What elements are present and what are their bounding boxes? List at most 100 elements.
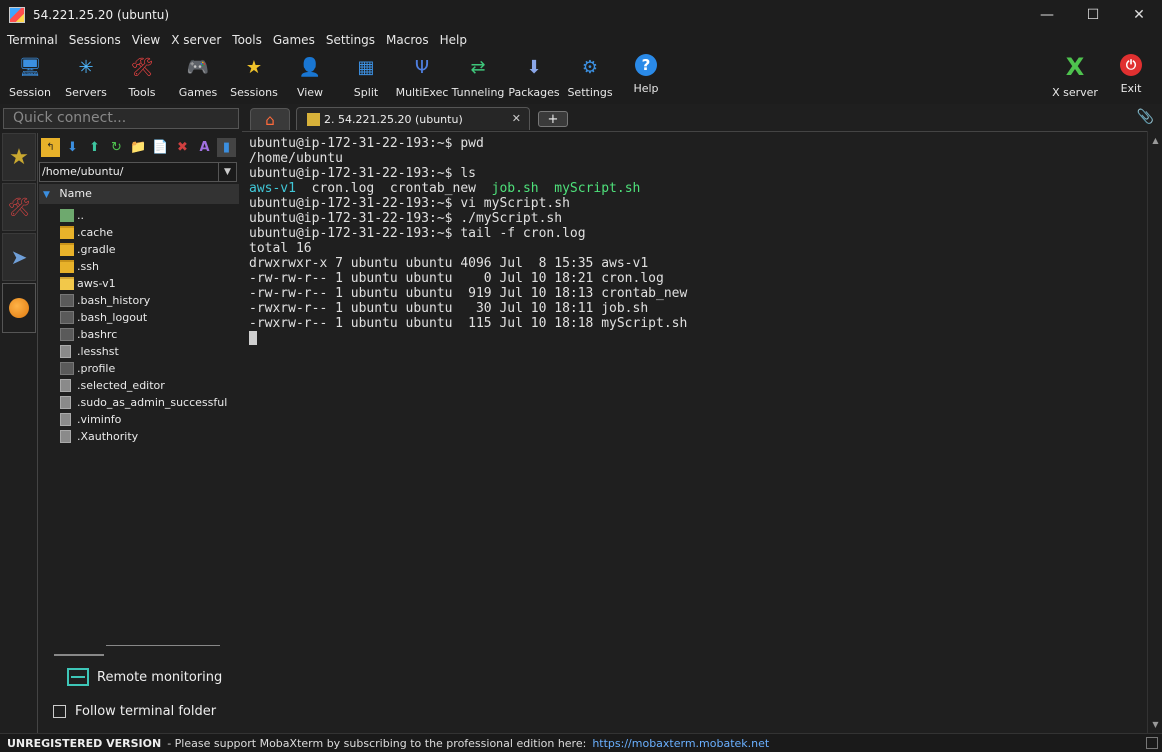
packages-icon: ⬇ — [526, 56, 542, 78]
sidebar-tab-sftp[interactable] — [2, 283, 36, 333]
menu-xserver[interactable]: X server — [171, 33, 221, 47]
parent-folder-icon[interactable]: ↰ — [41, 137, 60, 157]
toolbar-view-button[interactable]: 👤 View — [282, 52, 338, 102]
toolbar-help-button[interactable]: ? Help — [618, 52, 674, 102]
toolbar-split-button[interactable]: ▦ Split — [338, 52, 394, 102]
file-name: .bash_history — [77, 294, 151, 307]
menu-tools[interactable]: Tools — [232, 33, 262, 47]
terminal-output[interactable]: ubuntu@ip-172-31-22-193:~$ pwd/home/ubun… — [242, 131, 1147, 733]
column-header-name[interactable]: ▼ Name — [39, 184, 239, 204]
terminal-line: -rwxrw-r-- 1 ubuntu ubuntu 30 Jul 10 18:… — [249, 301, 1147, 316]
scroll-down-icon[interactable]: ▼ — [1148, 717, 1162, 731]
download-icon[interactable]: ⬇ — [63, 138, 82, 157]
file-icon — [60, 430, 71, 443]
menu-terminal[interactable]: Terminal — [7, 33, 58, 47]
toolbar-multiexec-button[interactable]: Ψ MultiExec — [394, 52, 450, 102]
toolbar-servers-button[interactable]: ✳ Servers — [58, 52, 114, 102]
close-icon[interactable]: ✕ — [512, 112, 521, 125]
terminal-text: cron.log crontab_new — [295, 181, 492, 196]
star-icon: ★ — [9, 144, 29, 170]
toolbar-label: Exit — [1120, 82, 1142, 95]
terminal-text: aws-v1 — [249, 181, 296, 196]
menu-macros[interactable]: Macros — [386, 33, 429, 47]
toolbar-label: View — [296, 86, 324, 99]
scroll-up-icon[interactable]: ▲ — [1148, 133, 1162, 147]
properties-icon[interactable]: ▮ — [217, 137, 236, 157]
terminal-line: ubuntu@ip-172-31-22-193:~$ vi myScript.s… — [249, 196, 1147, 211]
tools-icon: 🛠 — [130, 56, 154, 78]
menu-help[interactable]: Help — [440, 33, 467, 47]
file-row[interactable]: .viminfo — [60, 411, 240, 428]
toolbar-games-button[interactable]: 🎮 Games — [170, 52, 226, 102]
menu-view[interactable]: View — [132, 33, 160, 47]
file-row[interactable]: .ssh — [60, 258, 240, 275]
file-row[interactable]: .profile — [60, 360, 240, 377]
file-row[interactable]: .Xauthority — [60, 428, 240, 445]
terminal-line: ubuntu@ip-172-31-22-193:~$ ./myScript.sh — [249, 211, 1147, 226]
tab-session-2[interactable]: 2. 54.221.25.20 (ubuntu) ✕ — [296, 107, 530, 130]
toolbar-tools-button[interactable]: 🛠 Tools — [114, 52, 170, 102]
terminal-scrollbar[interactable]: ▲ ▼ — [1147, 131, 1162, 733]
quick-connect-input[interactable]: Quick connect... — [3, 108, 239, 129]
paperclip-icon[interactable]: 📎 — [1137, 109, 1154, 125]
mobaxterm-link[interactable]: https://mobaxterm.mobatek.net — [592, 737, 769, 750]
follow-folder-checkbox[interactable] — [53, 705, 66, 718]
view-icon: 👤 — [298, 56, 322, 78]
file-row[interactable]: .gradle — [60, 241, 240, 258]
maximize-button[interactable]: ☐ — [1070, 0, 1116, 30]
terminal-line: /home/ubuntu — [249, 151, 1147, 166]
toolbar-session-button[interactable]: 🖥 Session — [2, 52, 58, 102]
file-row[interactable]: .sudo_as_admin_successful — [60, 394, 240, 411]
file-row[interactable]: .bash_history — [60, 292, 240, 309]
file-name: aws-v1 — [77, 277, 116, 290]
file-name: .. — [77, 209, 84, 222]
sidebar-tab-tools[interactable]: 🛠 — [2, 183, 36, 231]
terminal-text: -rwxrw-r-- 1 ubuntu ubuntu 30 Jul 10 18:… — [249, 301, 649, 316]
toolbar-packages-button[interactable]: ⬇ Packages — [506, 52, 562, 102]
parent-dir-icon — [60, 209, 74, 222]
terminal-line: drwxrwxr-x 7 ubuntu ubuntu 4096 Jul 8 15… — [249, 256, 1147, 271]
resize-grip[interactable] — [1146, 737, 1158, 749]
toolbar-exit-button[interactable]: ⏻ Exit — [1103, 52, 1159, 102]
delete-icon[interactable]: ✖ — [173, 138, 192, 157]
splitter-handle[interactable] — [54, 654, 104, 656]
menu-games[interactable]: Games — [273, 33, 315, 47]
close-button[interactable]: ✕ — [1116, 0, 1162, 30]
follow-terminal-folder[interactable]: Follow terminal folder — [53, 704, 216, 719]
file-row[interactable]: .lesshst — [60, 343, 240, 360]
toolbar-sessions-button[interactable]: ★ Sessions — [226, 52, 282, 102]
toolbar-tunneling-button[interactable]: ⇄ Tunneling — [450, 52, 506, 102]
toolbar-settings-button[interactable]: ⚙ Settings — [562, 52, 618, 102]
file-name: .bash_logout — [77, 311, 148, 324]
exit-icon: ⏻ — [1120, 54, 1142, 76]
file-row[interactable]: aws-v1 — [60, 275, 240, 292]
sidebar-tab-sessions[interactable]: ★ — [2, 133, 36, 181]
file-row[interactable]: .selected_editor — [60, 377, 240, 394]
tab-label: 2. 54.221.25.20 (ubuntu) — [324, 112, 463, 126]
refresh-icon[interactable]: ↻ — [107, 138, 126, 157]
home-icon: ⌂ — [265, 110, 275, 129]
toolbar-x-server-button[interactable]: X X server — [1047, 52, 1103, 102]
sidebar-tab-macros[interactable]: ➤ — [2, 233, 36, 281]
terminal-line: -rw-rw-r-- 1 ubuntu ubuntu 919 Jul 10 18… — [249, 286, 1147, 301]
menu-sessions[interactable]: Sessions — [69, 33, 121, 47]
home-tab[interactable]: ⌂ — [250, 108, 290, 130]
file-row[interactable]: .cache — [60, 224, 240, 241]
new-tab-button[interactable]: + — [538, 111, 568, 127]
file-row[interactable]: .bash_logout — [60, 309, 240, 326]
file-row[interactable]: .bashrc — [60, 326, 240, 343]
path-field[interactable]: /home/ubuntu/ ▼ — [39, 162, 237, 182]
toolbar-label: Servers — [65, 86, 107, 99]
remote-monitoring-button[interactable]: Remote monitoring — [67, 668, 222, 686]
column-header-label: Name — [59, 187, 92, 200]
file-row[interactable]: .. — [60, 207, 240, 224]
new-file-icon[interactable]: 📄 — [151, 138, 170, 157]
upload-icon[interactable]: ⬆ — [85, 138, 104, 157]
new-folder-icon[interactable]: 📁 — [129, 138, 148, 157]
minimize-button[interactable]: — — [1024, 0, 1070, 30]
rename-icon[interactable]: A — [195, 138, 214, 157]
menu-settings[interactable]: Settings — [326, 33, 375, 47]
chevron-down-icon[interactable]: ▼ — [218, 163, 236, 181]
folder-icon — [60, 226, 74, 239]
